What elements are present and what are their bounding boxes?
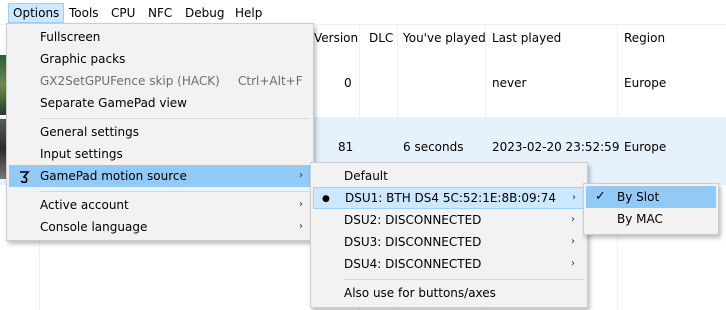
menu-item-dsu1[interactable]: ● DSU1: BTH DS4 5C:52:1E:8B:09:74 › xyxy=(313,187,585,209)
menu-item-separate-gamepad-view[interactable]: Separate GamePad view xyxy=(9,92,311,114)
cell-last-played: never xyxy=(492,76,527,90)
column-header-version[interactable]: Version xyxy=(314,31,358,45)
menu-item-active-account[interactable]: Active account › xyxy=(9,194,311,216)
chevron-right-icon: › xyxy=(299,170,303,181)
cell-region: Europe xyxy=(624,140,667,154)
menu-cpu[interactable]: CPU xyxy=(107,3,139,23)
radio-bullet-icon: ● xyxy=(322,194,330,204)
menu-item-default[interactable]: Default xyxy=(313,165,585,187)
column-header-region[interactable]: Region xyxy=(624,31,665,45)
menu-help[interactable]: Help xyxy=(231,3,266,23)
menu-item-dsu4[interactable]: DSU4: DISCONNECTED › xyxy=(313,253,585,275)
shortcut-label: Ctrl+Alt+F xyxy=(238,74,303,88)
menu-item-gamepad-motion-source[interactable]: GamePad motion source › xyxy=(9,165,311,187)
menu-item-dsu2[interactable]: DSU2: DISCONNECTED › xyxy=(313,209,585,231)
menu-separator xyxy=(39,118,309,119)
menu-debug[interactable]: Debug xyxy=(181,3,228,23)
column-divider xyxy=(617,25,618,310)
menu-item-dsu3[interactable]: DSU3: DISCONNECTED › xyxy=(313,231,585,253)
menu-separator xyxy=(39,191,309,192)
chevron-right-icon: › xyxy=(571,214,575,225)
cell-version: 0 xyxy=(344,76,352,90)
menu-nfc[interactable]: NFC xyxy=(144,3,176,23)
column-header-last-played[interactable]: Last played xyxy=(492,31,561,45)
menu-item-fullscreen[interactable]: Fullscreen xyxy=(9,26,311,48)
menu-item-graphic-packs[interactable]: Graphic packs xyxy=(9,48,311,70)
chevron-right-icon: › xyxy=(571,236,575,247)
dsu-mode-menu: ✓ By Slot By MAC xyxy=(583,183,719,235)
menu-separator xyxy=(343,279,583,280)
menubar: Options Tools CPU NFC Debug Help xyxy=(0,0,726,25)
column-header-dlc[interactable]: DLC xyxy=(369,31,393,45)
cell-region: Europe xyxy=(624,76,667,90)
cell-version: 81 xyxy=(338,140,354,154)
menu-item-gx2-fence-skip[interactable]: GX2SetGPUFence skip (HACK) Ctrl+Alt+F xyxy=(9,70,311,92)
menu-item-console-language[interactable]: Console language › xyxy=(9,216,311,238)
chevron-right-icon: › xyxy=(299,221,303,232)
menu-item-also-use-buttons-axes[interactable]: Also use for buttons/axes xyxy=(313,282,585,304)
menu-item-general-settings[interactable]: General settings xyxy=(9,121,311,143)
motion-source-menu: Default ● DSU1: BTH DS4 5C:52:1E:8B:09:7… xyxy=(310,162,588,308)
menu-options[interactable]: Options xyxy=(8,3,65,23)
chevron-right-icon: › xyxy=(571,258,575,269)
chevron-right-icon: › xyxy=(572,192,576,203)
cell-played: 6 seconds xyxy=(403,140,464,154)
menu-item-by-mac[interactable]: By MAC xyxy=(586,208,716,230)
cell-last-played: 2023-02-20 23:52:59 xyxy=(492,140,620,154)
chevron-right-icon: › xyxy=(299,199,303,210)
column-header-played[interactable]: You've played xyxy=(403,31,486,45)
controller-icon xyxy=(17,169,31,184)
check-icon: ✓ xyxy=(595,189,606,204)
menu-item-input-settings[interactable]: Input settings xyxy=(9,143,311,165)
menu-item-by-slot[interactable]: ✓ By Slot xyxy=(586,186,716,208)
options-menu: Fullscreen Graphic packs GX2SetGPUFence … xyxy=(6,23,314,241)
menu-tools[interactable]: Tools xyxy=(65,3,103,23)
